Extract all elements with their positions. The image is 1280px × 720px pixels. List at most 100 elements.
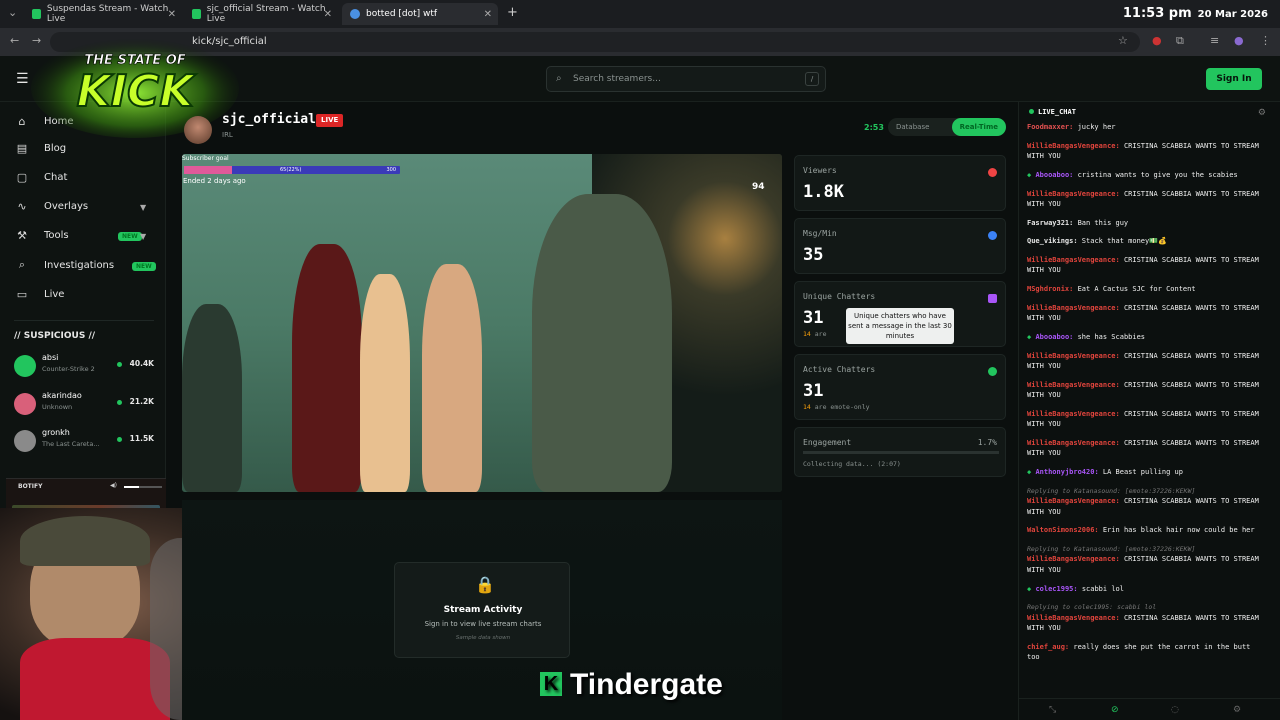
chat-username[interactable]: WillieBangasVengeance:: [1027, 256, 1120, 264]
browser-tab-1[interactable]: Suspendas Stream - Watch Live ✕: [24, 3, 182, 25]
chat-username[interactable]: Abooaboo:: [1035, 333, 1073, 341]
gear-icon[interactable]: ⚙: [1258, 108, 1266, 118]
video-counter: 94: [752, 182, 765, 192]
chat-username[interactable]: Abooaboo:: [1035, 171, 1073, 179]
star-icon[interactable]: ☆: [1118, 34, 1128, 47]
chat-username[interactable]: Fasrway321:: [1027, 219, 1073, 227]
chat-username[interactable]: WillieBangasVengeance:: [1027, 381, 1120, 389]
chat-username[interactable]: WaltonSimons2006:: [1027, 526, 1099, 534]
close-icon[interactable]: ✕: [168, 9, 176, 20]
browser-tab-2[interactable]: sjc_official Stream - Watch Live ✕: [184, 3, 338, 25]
video-caption: K Tindergate: [540, 668, 723, 702]
browser-tab-3[interactable]: botted [dot] wtf ✕: [342, 3, 498, 25]
chat-message: WillieBangasVengeance: CRISTINA SCABBIA …: [1027, 255, 1267, 276]
emote-icon[interactable]: ◌: [1171, 705, 1179, 715]
mode-database-option[interactable]: Database: [896, 118, 929, 136]
suspicious-user-row[interactable]: akarindao Unknown 21.2K: [14, 391, 154, 419]
chat-username[interactable]: MSghdronix:: [1027, 285, 1073, 293]
settings-icon[interactable]: ⚙: [1233, 705, 1241, 715]
chat-message: chief_aug: really does she put the carro…: [1027, 642, 1267, 663]
locked-chart-subtitle: Sign in to view live stream charts: [424, 620, 542, 628]
tab-list-icon[interactable]: ⌄: [8, 6, 17, 19]
sidebar-item-investigations[interactable]: ⌕ Investigations: [14, 256, 114, 274]
live-chat-title-text: LIVE_CHAT: [1038, 108, 1076, 116]
locked-chart-panel[interactable]: 🔒 Stream Activity Sign in to view live s…: [394, 562, 570, 658]
chat-username[interactable]: WillieBangasVengeance:: [1027, 439, 1120, 447]
new-badge: NEW: [118, 232, 142, 241]
chat-text: cristina wants to give you the scabies: [1077, 170, 1238, 179]
stream-category: IRL: [222, 131, 233, 139]
tv-icon: ▭: [16, 287, 28, 301]
media-icon[interactable]: ≡: [1210, 34, 1219, 47]
mode-realtime-option[interactable]: Real-Time: [951, 118, 1006, 136]
back-arrow-icon[interactable]: ←: [10, 34, 19, 47]
engagement-label: Engagement: [803, 438, 852, 447]
suspicious-user-row[interactable]: gronkh The Last Careta... 11.5K: [14, 428, 154, 456]
search-input[interactable]: ⌕ Search streamers... /: [546, 66, 826, 92]
chat-username[interactable]: Anthonyjbro420:: [1035, 468, 1098, 476]
user-game: Counter-Strike 2: [42, 365, 95, 373]
chat-username[interactable]: WillieBangasVengeance:: [1027, 142, 1120, 150]
close-icon[interactable]: ✕: [484, 9, 492, 20]
puzzle-icon[interactable]: ⧉: [1176, 34, 1184, 48]
data-mode-toggle[interactable]: Database Real-Time: [888, 118, 1006, 136]
unique-sub-count: 14: [803, 330, 811, 338]
unique-chatters-label: Unique Chatters: [803, 292, 876, 301]
chat-username[interactable]: WillieBangasVengeance:: [1027, 497, 1120, 505]
chat-username[interactable]: WillieBangasVengeance:: [1027, 555, 1120, 563]
sidebar-item-live[interactable]: ▭ Live: [14, 285, 65, 303]
chat-username[interactable]: WillieBangasVengeance:: [1027, 410, 1120, 418]
streamer-name[interactable]: sjc_official: [222, 112, 316, 127]
live-chat-panel: LIVE_CHAT ⚙ Foodmaxxer: jucky her WillieB…: [1018, 102, 1280, 720]
viewer-count: 21.2K: [129, 397, 154, 406]
stream-uptime: 2:53: [864, 123, 884, 132]
tab-title: sjc_official Stream - Watch Live: [206, 4, 326, 24]
chat-username[interactable]: WillieBangasVengeance:: [1027, 304, 1120, 312]
video-player[interactable]: [182, 154, 782, 492]
chat-username[interactable]: WillieBangasVengeance:: [1027, 352, 1120, 360]
clock-date: 20 Mar 2026: [1197, 9, 1268, 20]
chat-username[interactable]: WillieBangasVengeance:: [1027, 614, 1120, 622]
system-clock: 11:53 pm 20 Mar 2026: [1123, 6, 1268, 21]
chat-username[interactable]: colec1995:: [1035, 585, 1077, 593]
unique-chatters-tooltip: Unique chatters who have sent a message …: [846, 308, 954, 344]
chat-username[interactable]: WillieBangasVengeance:: [1027, 190, 1120, 198]
extension-icon[interactable]: ●: [1152, 34, 1162, 47]
sidebar-item-chat[interactable]: ▢ Chat: [14, 168, 68, 186]
sidebar-item-blog[interactable]: ▤ Blog: [14, 139, 66, 157]
person-shape: [182, 304, 242, 492]
chat-username[interactable]: chief_aug:: [1027, 643, 1069, 651]
new-tab-icon[interactable]: +: [507, 5, 518, 20]
volume-icon[interactable]: ◀): [110, 482, 117, 489]
person-shape: [532, 194, 672, 492]
live-badge: LIVE: [316, 114, 344, 127]
chat-username[interactable]: Que_vikings:: [1027, 237, 1078, 245]
active-chatters-label: Active Chatters: [803, 365, 876, 374]
active-chatters-value: 31: [803, 381, 824, 401]
chevron-down-icon[interactable]: ▼: [140, 232, 146, 241]
document-icon: ▤: [16, 141, 28, 155]
person-shape: [292, 244, 362, 492]
avatar: [14, 355, 36, 377]
users-icon: [988, 294, 997, 303]
viewer-count: 40.4K: [129, 359, 154, 368]
bot-filter-icon[interactable]: ⊘: [1111, 705, 1119, 715]
sidebar-item-overlays[interactable]: ∿ Overlays: [14, 197, 88, 215]
collapse-icon[interactable]: ⤡: [1049, 705, 1056, 715]
chat-message: Replying to Katanasound: [emote:37226:KE…: [1027, 486, 1267, 517]
chat-username[interactable]: Foodmaxxer:: [1027, 123, 1073, 131]
sign-in-button[interactable]: Sign In: [1206, 68, 1262, 90]
chevron-down-icon[interactable]: ▼: [140, 203, 146, 212]
home-icon: ⌂: [18, 114, 26, 128]
volume-slider[interactable]: [124, 486, 162, 488]
profile-avatar-icon[interactable]: ●: [1234, 34, 1244, 47]
close-icon[interactable]: ✕: [324, 9, 332, 20]
search-icon: ⌕: [556, 73, 562, 84]
hamburger-menu-icon[interactable]: ☰: [16, 71, 29, 87]
search-shortcut-key: /: [805, 72, 819, 86]
message-icon: [988, 231, 997, 240]
menu-dots-icon[interactable]: ⋮: [1260, 34, 1271, 47]
suspicious-user-row[interactable]: absi Counter-Strike 2 40.4K: [14, 353, 154, 381]
streamer-avatar[interactable]: [184, 116, 212, 144]
sidebar-item-tools[interactable]: ⚒ Tools: [14, 226, 69, 244]
